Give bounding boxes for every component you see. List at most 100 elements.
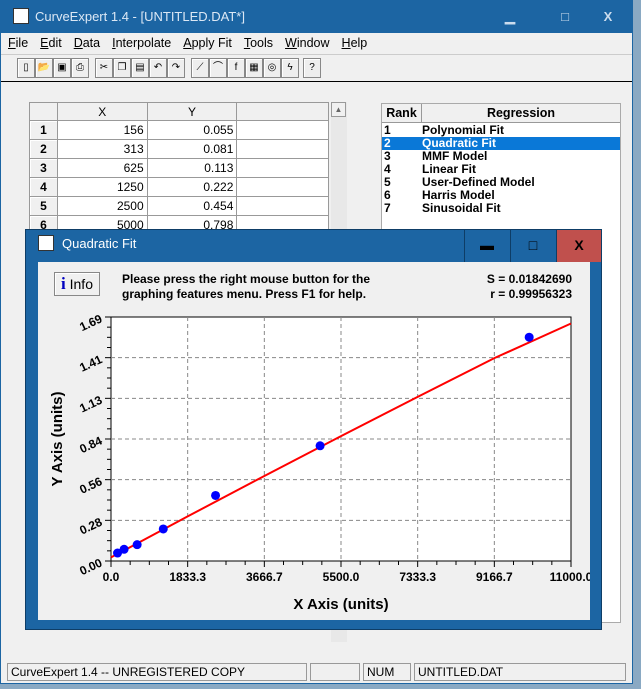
menu-data[interactable]: Data — [67, 33, 105, 53]
app-icon — [13, 8, 29, 24]
curve-fit-icon[interactable]: ⌒ — [209, 58, 227, 78]
child-close-button[interactable]: X — [556, 230, 601, 262]
keyboard-icon[interactable]: ▦ — [245, 58, 263, 78]
linear-fit-icon[interactable]: ⟋ — [191, 58, 209, 78]
window-title: CurveExpert 1.4 - [UNTITLED.DAT*] — [35, 9, 245, 24]
row-header[interactable]: 5 — [29, 196, 58, 216]
maximize-button[interactable]: □ — [546, 1, 584, 33]
child-maximize-button[interactable]: □ — [510, 230, 555, 262]
x-cell[interactable]: 625 — [56, 158, 148, 178]
column-header[interactable]: X — [56, 102, 148, 121]
y-tick-label: 1.13 — [77, 393, 104, 416]
grid-header-row: XY — [29, 102, 329, 121]
new-icon[interactable]: ▯ — [17, 58, 35, 78]
x-tick-label: 5500.0 — [323, 570, 360, 584]
table-row: 2 313 0.081 — [29, 139, 329, 159]
menu-interpolate[interactable]: Interpolate — [105, 33, 176, 53]
list-item[interactable]: 2 Quadratic Fit — [382, 137, 620, 150]
y-tick-label: 1.69 — [77, 311, 104, 334]
function-icon[interactable]: f — [227, 58, 245, 78]
x-tick-label: 11000.0 — [550, 570, 590, 584]
y-cell[interactable]: 0.454 — [146, 196, 238, 216]
data-grid[interactable]: X Y 1 156 0.055 2 313 0.081 3 625 0.113 4 1250 0.222 5… — [29, 102, 329, 235]
status-num: NUM — [363, 663, 411, 681]
menu-edit[interactable]: Edit — [33, 33, 67, 53]
regression-header[interactable]: Regression — [422, 104, 620, 122]
x-axis-label: X Axis (units) — [293, 596, 388, 613]
y-tick-label: 0.00 — [77, 555, 104, 578]
copy-icon[interactable]: ❐ — [113, 58, 131, 78]
save-icon[interactable]: ▣ — [53, 58, 71, 78]
lightbulb-icon[interactable]: ◎ — [263, 58, 281, 78]
x-cell[interactable]: 156 — [56, 120, 148, 140]
table-row: 3 625 0.113 — [29, 158, 329, 178]
y-tick-label: 0.84 — [77, 433, 104, 456]
status-main: CurveExpert 1.4 -- UNREGISTERED COPY — [7, 663, 307, 681]
row-header[interactable]: 4 — [29, 177, 58, 197]
table-row: 1 156 0.055 — [29, 120, 329, 140]
empty-cell[interactable] — [236, 139, 329, 159]
menu-help[interactable]: Help — [335, 33, 373, 53]
fit-chart[interactable]: 0.0 1833.3 3666.7 5500.0 7333.3 9166.7 11000.0… — [38, 262, 590, 620]
data-point — [158, 524, 168, 534]
row-header[interactable]: 2 — [29, 139, 58, 159]
column-header[interactable] — [236, 102, 329, 121]
menu-apply-fit[interactable]: Apply Fit — [176, 33, 237, 53]
x-tick-label: 0.0 — [103, 570, 120, 584]
y-cell[interactable]: 0.113 — [146, 158, 238, 178]
row-header[interactable]: 3 — [29, 158, 58, 178]
menu-window[interactable]: Window — [278, 33, 334, 53]
list-item[interactable]: 5 User-Defined Model — [382, 176, 620, 189]
x-tick-label: 9166.7 — [476, 570, 513, 584]
status-bar: CurveExpert 1.4 -- UNREGISTERED COPY NUM… — [7, 663, 626, 681]
table-row: 4 1250 0.222 — [29, 177, 329, 197]
y-tick-label: 0.28 — [77, 515, 104, 538]
toolbar: ▯ 📂 ▣ ⎙ ✂ ❐ ▤ ↶ ↷ ⟋ ⌒ f ▦ ◎ ϟ? — [1, 54, 632, 82]
y-axis-label: Y Axis (units) — [49, 391, 66, 486]
scroll-up-icon[interactable]: ▲ — [331, 102, 346, 117]
empty-cell[interactable] — [236, 196, 329, 216]
help-icon[interactable]: ? — [303, 58, 321, 78]
list-item[interactable]: 7 Sinusoidal Fit — [382, 202, 620, 215]
list-item[interactable]: 1 Polynomial Fit — [382, 124, 620, 137]
column-header[interactable] — [29, 102, 58, 121]
data-point — [119, 544, 129, 554]
row-header[interactable]: 1 — [29, 120, 58, 140]
y-cell[interactable]: 0.055 — [146, 120, 238, 140]
rank-header[interactable]: Rank — [382, 104, 422, 122]
empty-cell[interactable] — [236, 120, 329, 140]
quadratic-fit-window: Quadratic Fit ▬ □ X i Info Please press … — [25, 229, 602, 630]
child-minimize-button[interactable]: ▬ — [464, 230, 509, 262]
y-tick-label: 1.41 — [77, 352, 104, 375]
undo-icon[interactable]: ↶ — [149, 58, 167, 78]
y-cell[interactable]: 0.081 — [146, 139, 238, 159]
menu-bar: File Edit Data Interpolate Apply Fit Too… — [1, 33, 632, 53]
table-row: 5 2500 0.454 — [29, 196, 329, 216]
cut-icon[interactable]: ✂ — [95, 58, 113, 78]
list-item[interactable]: 6 Harris Model — [382, 189, 620, 202]
menu-file[interactable]: File — [1, 33, 33, 53]
column-header[interactable]: Y — [146, 102, 238, 121]
close-button[interactable]: X — [589, 1, 627, 33]
redo-icon[interactable]: ↷ — [167, 58, 185, 78]
title-bar: CurveExpert 1.4 - [UNTITLED.DAT*] ▁ □ X — [1, 1, 632, 33]
y-cell[interactable]: 0.222 — [146, 177, 238, 197]
data-point — [524, 332, 534, 342]
x-cell[interactable]: 1250 — [56, 177, 148, 197]
menu-tools[interactable]: Tools — [237, 33, 278, 53]
data-point — [132, 540, 142, 550]
list-item[interactable]: 3 MMF Model — [382, 150, 620, 163]
paste-icon[interactable]: ▤ — [131, 58, 149, 78]
rank-number: 7 — [384, 201, 391, 215]
open-icon[interactable]: 📂 — [35, 58, 53, 78]
lightning-icon[interactable]: ϟ — [281, 58, 299, 78]
y-tick-label: 0.56 — [77, 474, 104, 497]
empty-cell[interactable] — [236, 158, 329, 178]
x-tick-label: 3666.7 — [246, 570, 283, 584]
x-cell[interactable]: 313 — [56, 139, 148, 159]
empty-cell[interactable] — [236, 177, 329, 197]
x-cell[interactable]: 2500 — [56, 196, 148, 216]
print-icon[interactable]: ⎙ — [71, 58, 89, 78]
graph-panel[interactable]: i Info Please press the right mouse butt… — [38, 262, 590, 620]
minimize-button[interactable]: ▁ — [491, 1, 529, 33]
